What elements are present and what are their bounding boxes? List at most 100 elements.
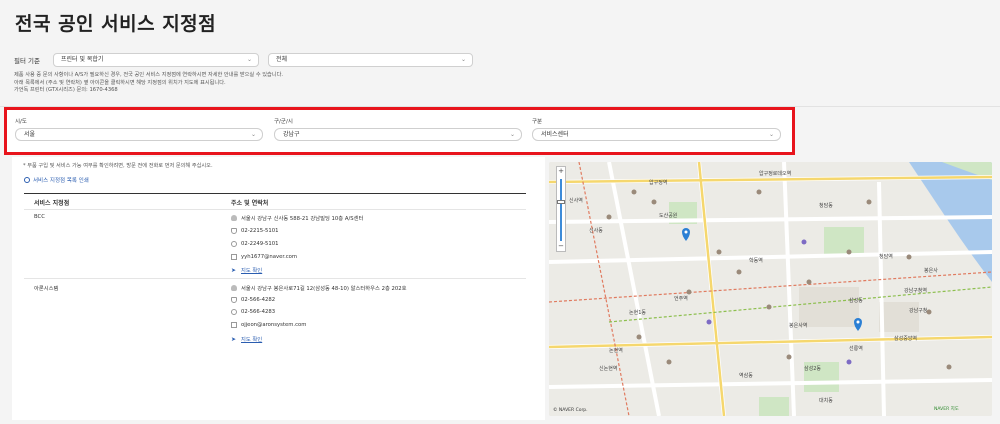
map-label: 역삼동 [739, 372, 753, 379]
product-select[interactable]: 전체 ⌄ [268, 53, 473, 67]
map-label: 신사역 [569, 197, 583, 204]
park-area [824, 227, 864, 255]
sido-select[interactable]: 서울 ⌄ [15, 128, 263, 141]
map-label: 신논현역 [599, 365, 617, 372]
map-link[interactable]: ➤ 지도 확인 [231, 335, 262, 343]
page: 전국 공인 서비스 지정점 필터 기준 프린터 및 복합기 ⌄ 전체 ⌄ 제품 … [0, 0, 1000, 424]
map-scale: NAVER 지도 [934, 407, 959, 412]
note-line-1: 제품 사용 중 문의 사항이나 A/S가 필요하신 경우, 전국 공인 서비스 … [14, 72, 283, 78]
send-arrow-icon: ➤ [231, 336, 237, 343]
map-zoom-control[interactable]: + − [556, 166, 566, 252]
phone-icon [231, 297, 237, 303]
map-label: 선릉역 [849, 345, 863, 352]
map-label: 언주역 [674, 295, 688, 302]
visit-notice: * 부품 구입 및 서비스 가능 여부를 확인하려면, 방문 전에 전화로 먼저… [23, 163, 213, 169]
chevron-down-icon: ⌄ [246, 56, 252, 63]
email-text: yyh1677@naver.com [241, 254, 298, 260]
map-label: 삼성2동 [804, 365, 821, 372]
map-label: 삼성중앙역 [894, 335, 917, 342]
sido-label: 시/도 [15, 119, 27, 125]
zoom-slider-handle[interactable] [557, 200, 565, 204]
filter-row: 필터 기준 [14, 53, 52, 67]
map-link-label: 지도 확인 [241, 337, 263, 343]
address-text: 서울시 강남구 신사동 588-21 강남빌딩 10층 A/S센터 [241, 216, 364, 222]
category-select[interactable]: 프린터 및 복합기 ⌄ [53, 53, 259, 67]
map-view[interactable]: 압구정역 압구정로데오역 청담역 강남구청역 신사역 논현역 학동역 선릉역 삼… [549, 162, 992, 416]
map-graphic: 압구정역 압구정로데오역 청담역 강남구청역 신사역 논현역 학동역 선릉역 삼… [549, 162, 992, 416]
mail-icon [231, 254, 237, 260]
gugun-label: 구/군/시 [274, 119, 293, 125]
column-header-contact: 주소 및 연락처 [231, 200, 269, 207]
map-label: 도산공원 [659, 212, 678, 219]
map-label: 대치동 [819, 397, 833, 404]
map-credit: © NAVER Corp. [553, 408, 588, 413]
sido-select-value: 서울 [24, 131, 36, 138]
phone-line: 02-2215-5101 [231, 228, 279, 234]
zoom-track[interactable] [560, 179, 562, 241]
print-list-label: 서비스 지정점 목록 인쇄 [33, 178, 89, 184]
chevron-down-icon: ⌄ [460, 56, 466, 63]
chevron-down-icon: ⌄ [509, 131, 515, 138]
map-label: 강남구청 [909, 307, 927, 314]
map-label: 봉은사 [924, 267, 938, 274]
store-name: 아론시스템 [34, 286, 59, 292]
column-header-name: 서비스 지정점 [34, 200, 70, 207]
map-label: 논현1동 [629, 309, 646, 316]
table-top-border [24, 193, 526, 194]
map-label: 청담역 [879, 253, 893, 260]
fax-icon [231, 241, 237, 247]
map-label: 삼성동 [849, 297, 863, 304]
map-label: 압구정로데오역 [759, 170, 791, 177]
map-label: 봉은사역 [789, 322, 807, 329]
notes: 제품 사용 중 문의 사항이나 A/S가 필요하신 경우, 전국 공인 서비스 … [14, 72, 283, 95]
type-label: 구분 [532, 119, 543, 125]
type-select[interactable]: 서비스센터 ⌄ [532, 128, 781, 141]
zoom-out-button[interactable]: − [557, 242, 565, 251]
note-line-2: 아래 목록에서 (주소 및 연락처) 옆 아이콘을 클릭하시면 해당 지정점의 … [14, 79, 226, 86]
fax-line: 02-2249-5101 [231, 241, 279, 247]
fax-line: 02-566-4283 [231, 309, 275, 315]
chevron-down-icon: ⌄ [250, 131, 256, 138]
fax-text: 02-566-4283 [241, 309, 276, 315]
email-text: ojjeon@aronsystem.com [241, 322, 307, 328]
phone-line: 02-566-4282 [231, 297, 275, 303]
print-list-link[interactable]: 서비스 지정점 목록 인쇄 [24, 176, 89, 184]
header-divider [24, 209, 526, 210]
gugun-select[interactable]: 강남구 ⌄ [274, 128, 522, 141]
phone-icon [231, 228, 237, 234]
store-name: BCC [34, 214, 45, 220]
type-select-value: 서비스센터 [541, 131, 569, 138]
phone-text: 02-2215-5101 [241, 228, 279, 234]
address-text: 서울시 강남구 봉은사로71길 12(삼성동 48-10) 알스터하우스 2층 … [241, 286, 407, 292]
mail-icon [231, 322, 237, 328]
address-line: 서울시 강남구 봉은사로71길 12(삼성동 48-10) 알스터하우스 2층 … [231, 284, 406, 292]
page-title: 전국 공인 서비스 지정점 [15, 13, 217, 35]
fax-icon [231, 309, 237, 315]
map-label: 논현역 [609, 347, 623, 354]
map-label: 압구정역 [649, 179, 667, 186]
phone-text: 02-566-4282 [241, 297, 276, 303]
chevron-down-icon: ⌄ [768, 131, 774, 138]
zoom-in-button[interactable]: + [557, 167, 565, 176]
location-icon [231, 215, 237, 221]
send-arrow-icon: ➤ [231, 267, 237, 274]
fax-text: 02-2249-5101 [241, 241, 279, 247]
note-line-3: 가언독 프린터 (GTX시리즈) 문의: 1670-4368 [14, 87, 118, 93]
map-label: 강남구청역 [904, 287, 927, 294]
print-icon [24, 177, 30, 183]
map-link-label: 지도 확인 [241, 268, 263, 274]
product-select-value: 전체 [276, 56, 288, 63]
email-line: ojjeon@aronsystem.com [231, 322, 306, 328]
address-line: 서울시 강남구 신사동 588-21 강남빌딩 10층 A/S센터 [231, 214, 363, 222]
filter-label: 필터 기준 [14, 57, 40, 65]
region-filter-panel: 시/도 서울 ⌄ 구/군/시 강남구 ⌄ 구분 서비스센터 ⌄ [4, 107, 795, 155]
location-icon [231, 285, 237, 291]
email-line: yyh1677@naver.com [231, 254, 297, 260]
gugun-select-value: 강남구 [283, 131, 300, 138]
map-label: 학동역 [749, 257, 763, 264]
map-link[interactable]: ➤ 지도 확인 [231, 266, 262, 274]
row-divider [24, 278, 526, 279]
map-label: 신사동 [589, 227, 603, 234]
map-label: 청담동 [819, 202, 833, 209]
category-select-value: 프린터 및 복합기 [61, 56, 104, 63]
